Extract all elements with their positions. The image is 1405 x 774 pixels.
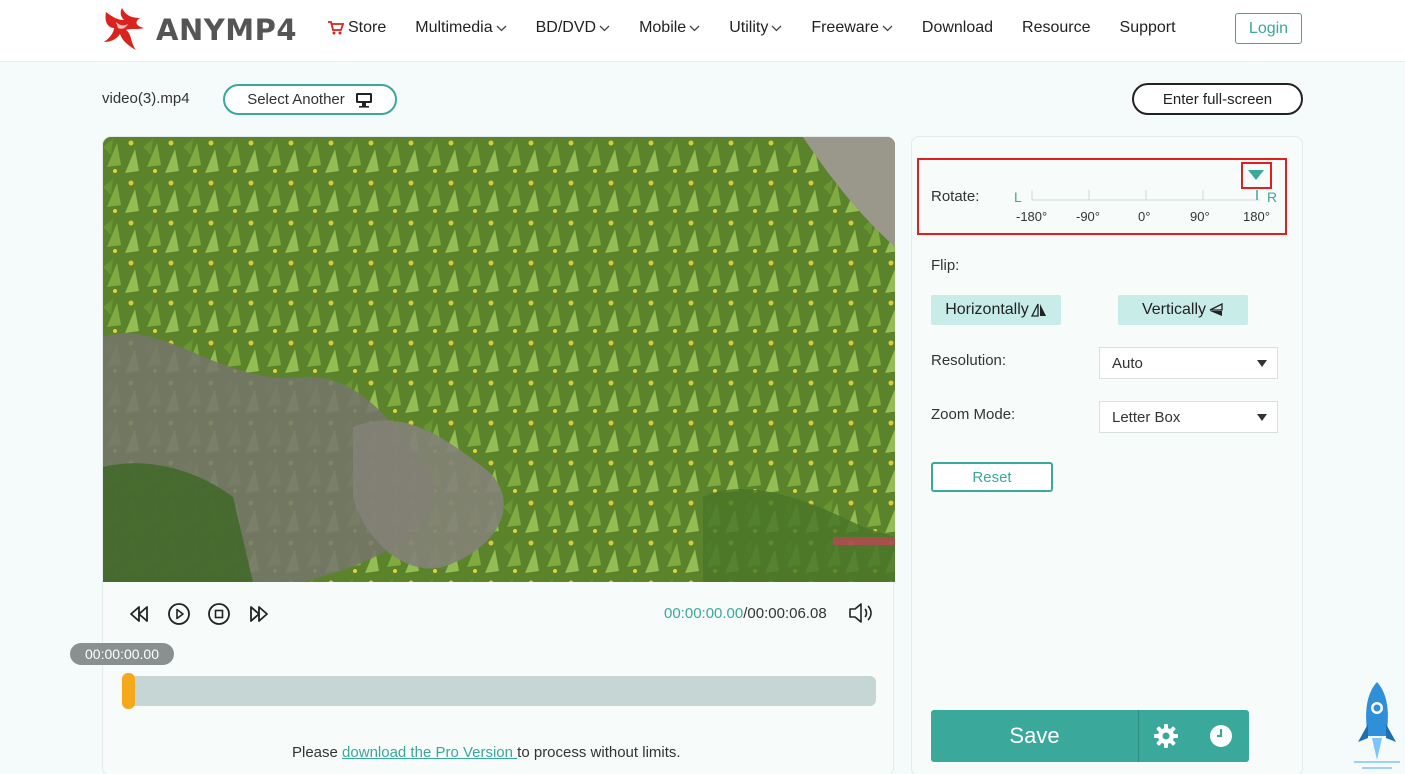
fast-forward-button[interactable]: [246, 601, 272, 627]
stop-icon: [208, 603, 230, 625]
caret-down-icon: [1257, 360, 1267, 367]
timecode: 00:00:00.00/00:00:06.08: [664, 605, 827, 622]
flip-label: Flip:: [931, 257, 960, 274]
rewind-button[interactable]: [126, 601, 152, 627]
nav-multimedia-label: Multimedia: [415, 19, 493, 36]
rotate-label: Rotate:: [931, 188, 980, 205]
resolution-select[interactable]: Auto: [1099, 347, 1278, 379]
rewind-icon: [130, 606, 148, 622]
video-frame-image: [103, 137, 895, 582]
play-button[interactable]: [166, 601, 192, 627]
logo-text: ANYMP4: [156, 13, 298, 47]
fast-forward-icon: [250, 606, 268, 622]
rocket-icon[interactable]: [1350, 680, 1405, 774]
file-name: video(3).mp4: [102, 90, 190, 107]
rotate-ruler[interactable]: [1028, 185, 1268, 205]
rotate-tick-label: -180°: [1016, 209, 1048, 224]
rotate-tick-label: 90°: [1190, 209, 1210, 224]
volume-button[interactable]: [848, 602, 874, 629]
resolution-label: Resolution:: [931, 352, 1007, 369]
main-nav: Store Multimedia BD/DVD Mobile Utility F…: [328, 19, 1205, 37]
nav-freeware-label: Freeware: [811, 19, 879, 36]
select-another-label: Select Another: [247, 91, 345, 108]
flip-horizontal-icon: [1030, 303, 1046, 317]
zoom-mode-label: Zoom Mode:: [931, 406, 1016, 423]
flip-vertical-icon: [1209, 303, 1223, 316]
flip-horizontal-label: Horizontally: [945, 301, 1029, 318]
playback-controls: [126, 601, 286, 627]
gear-icon[interactable]: [1153, 723, 1179, 749]
nav-mobile[interactable]: Mobile: [639, 19, 700, 37]
zoom-mode-value: Letter Box: [1112, 408, 1181, 426]
nav-download-label: Download: [921, 19, 994, 36]
chevron-down-icon: [771, 25, 782, 31]
chevron-down-icon: [496, 25, 507, 31]
nav-store[interactable]: Store: [328, 19, 386, 37]
zoom-mode-select[interactable]: Letter Box: [1099, 401, 1278, 433]
video-preview[interactable]: [103, 137, 895, 582]
stop-button[interactable]: [206, 601, 232, 627]
resolution-value: Auto: [1112, 354, 1143, 372]
chevron-down-icon: [882, 25, 893, 31]
chevron-down-icon: [689, 25, 700, 31]
timeline-track[interactable]: [122, 676, 876, 706]
rotate-tick-label: 180°: [1243, 209, 1270, 224]
monitor-icon: [355, 92, 372, 108]
caret-down-icon: [1257, 414, 1267, 421]
nav-bd-dvd[interactable]: BD/DVD: [536, 19, 610, 37]
clock-icon[interactable]: [1208, 723, 1234, 749]
nav-utility-label: Utility: [729, 19, 769, 36]
anymp4-logo[interactable]: ANYMP4: [100, 6, 297, 54]
nav-bd-dvd-label: BD/DVD: [535, 19, 597, 36]
nav-support-label: Support: [1119, 19, 1176, 36]
rotate-tick-label: 0°: [1138, 209, 1151, 224]
save-group: Save: [931, 710, 1249, 762]
nav-download[interactable]: Download: [922, 19, 993, 37]
save-button[interactable]: Save: [931, 710, 1138, 762]
nav-utility[interactable]: Utility: [729, 19, 782, 37]
select-another-button[interactable]: Select Another: [223, 84, 397, 115]
fullscreen-button[interactable]: Enter full-screen: [1132, 83, 1303, 115]
rotate-left-marker: L: [1014, 189, 1022, 205]
playhead-time-tooltip: 00:00:00.00: [70, 643, 174, 665]
nav-support[interactable]: Support: [1120, 19, 1176, 37]
nav-resource[interactable]: Resource: [1022, 19, 1090, 37]
nav-store-label: Store: [348, 19, 387, 36]
current-time: 00:00:00.00: [664, 605, 744, 622]
nav-freeware[interactable]: Freeware: [811, 19, 893, 37]
login-button[interactable]: Login: [1235, 13, 1302, 44]
chevron-down-icon: [599, 25, 610, 31]
play-icon: [168, 603, 190, 625]
flip-vertical-label: Vertically: [1141, 301, 1207, 318]
volume-icon: [849, 603, 872, 623]
nav-multimedia[interactable]: Multimedia: [415, 19, 507, 37]
cart-icon: [328, 21, 344, 35]
pro-note-suffix: to process without limits.: [517, 744, 681, 761]
nav-mobile-label: Mobile: [639, 19, 687, 36]
total-time: /00:00:06.08: [743, 605, 827, 622]
site-header: ANYMP4 Store Multimedia BD/DVD Mobile Ut…: [0, 0, 1405, 62]
download-pro-link[interactable]: download the Pro Version: [342, 744, 517, 761]
rotate-right-marker: R: [1267, 189, 1278, 205]
phoenix-logo-icon: [104, 8, 144, 50]
nav-resource-label: Resource: [1022, 19, 1091, 36]
save-divider: [1138, 710, 1139, 762]
timeline-handle[interactable]: [122, 673, 135, 709]
flip-horizontal-button[interactable]: Horizontally: [931, 295, 1061, 325]
pro-version-note: Please download the Pro Version to proce…: [292, 744, 681, 761]
flip-vertical-button[interactable]: Vertically: [1118, 295, 1248, 325]
rotate-handle[interactable]: [1247, 169, 1265, 181]
rotate-tick-label: -90°: [1076, 209, 1100, 224]
pro-note-prefix: Please: [292, 744, 343, 761]
reset-button[interactable]: Reset: [931, 462, 1053, 492]
